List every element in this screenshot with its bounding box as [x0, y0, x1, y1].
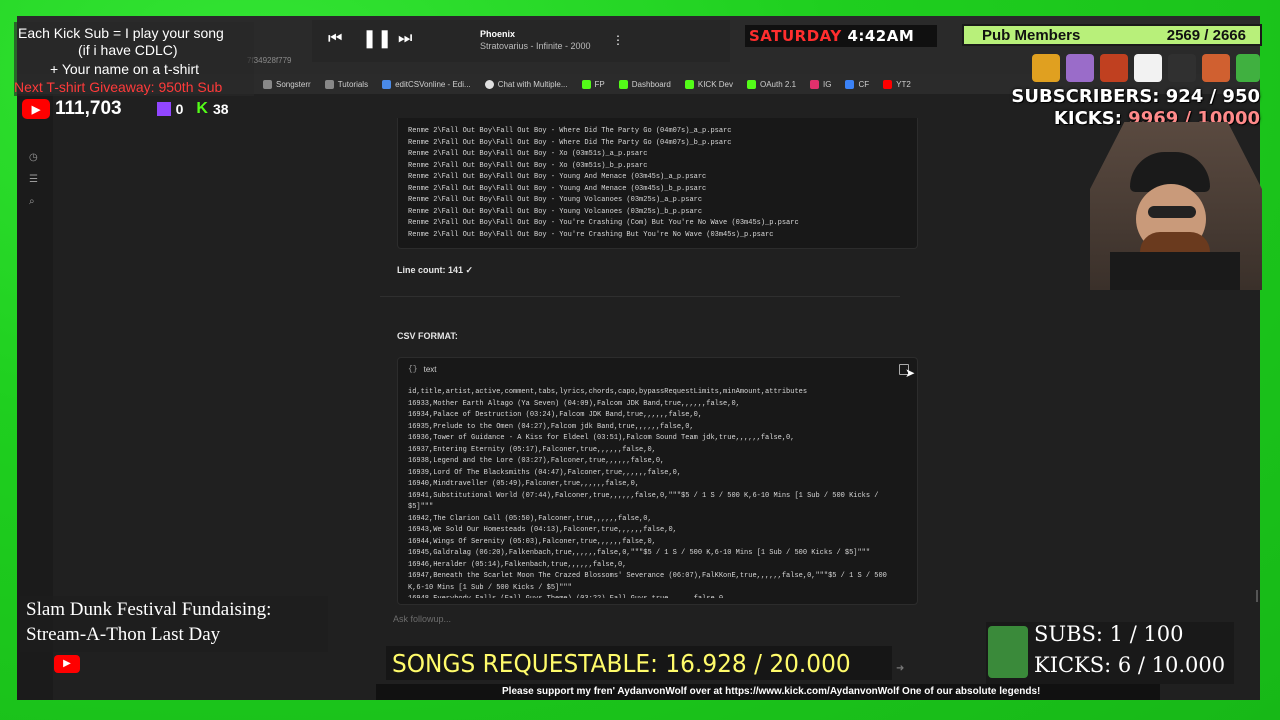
shirt: [1110, 252, 1240, 290]
kick-sub-line-3: + Your name on a t-shirt: [50, 61, 200, 77]
fundraising-line-2: Stream-A-Thon Last Day: [26, 624, 221, 645]
search-icon[interactable]: ⌕: [29, 196, 35, 207]
folder-icon: [263, 79, 272, 89]
list-icon[interactable]: ☰: [29, 174, 38, 185]
next-icon[interactable]: ⏭: [398, 30, 412, 48]
bookmark-yt2[interactable]: YT2: [883, 79, 911, 89]
site-icon: [845, 79, 855, 89]
site-icon: [382, 79, 392, 89]
twitch-count: 0: [175, 101, 184, 117]
history-icon[interactable]: ◷: [29, 152, 38, 163]
member-avatars: [1030, 48, 1262, 88]
marquee-bar: Please support my fren' AydanvonWolf ove…: [376, 684, 1160, 700]
fundraising-panel: Slam Dunk Festival Fundaising: Stream-A-…: [20, 596, 328, 652]
webcam-feed: [1090, 122, 1262, 290]
code-block-header: {} text: [398, 358, 917, 380]
goals-panel: SUBS: 1 / 100 KICKS: 6 / 10.000: [986, 622, 1234, 684]
media-player: ⏮ ❚❚ ⏭ Phoenix Stratovarius - Infinite -…: [312, 20, 730, 62]
instagram-icon: [810, 79, 820, 89]
glasses: [1148, 206, 1196, 218]
kick-sub-panel: Each Kick Sub = I play your song (if i h…: [14, 22, 254, 96]
csv-code-scroll[interactable]: id,title,artist,active,comment,tabs,lyri…: [398, 380, 917, 598]
file-list-code-block: Renme 2\Fall Out Boy\Fall Out Boy - Wher…: [397, 118, 918, 249]
twitch-icon: [156, 102, 171, 116]
fundraising-line-1: Slam Dunk Festival Fundaising:: [26, 599, 272, 620]
kick-sub-line-4: Next T-shirt Giveaway: 950th Sub: [14, 79, 223, 95]
kick-icon: [581, 79, 591, 89]
avatar: [1236, 54, 1260, 82]
site-icon: [484, 79, 494, 89]
youtube-count: 111,703: [55, 98, 122, 119]
bookmark-oauth[interactable]: OAuth 2.1: [747, 79, 796, 89]
kick-sub-line-2: (if i have CDLC): [78, 42, 178, 58]
cursor-icon: ➤: [904, 366, 915, 380]
youtube-icon: [883, 79, 893, 89]
kicks-label: KICKS:: [1053, 108, 1122, 129]
avatar: [1202, 54, 1230, 82]
kick-count: 38: [212, 101, 229, 117]
csv-code: id,title,artist,active,comment,tabs,lyri…: [408, 388, 887, 598]
bookmark-editcsv[interactable]: editCSVonline - Edi...: [382, 79, 471, 89]
bookmark-kick-dev[interactable]: KICK Dev: [684, 79, 733, 89]
youtube-icon: ▶: [54, 655, 80, 673]
pause-icon[interactable]: ❚❚: [362, 28, 392, 49]
kick-icon: [684, 79, 694, 89]
folder-icon: [324, 79, 334, 89]
tip-jar-icon: [988, 626, 1028, 678]
time-label: 4:42AM: [847, 27, 915, 45]
bookmark-fp[interactable]: FP: [581, 79, 605, 89]
avatar: [1100, 54, 1128, 82]
previous-icon[interactable]: ⏮: [328, 30, 342, 48]
bookmark-tutorials[interactable]: Tutorials: [324, 79, 368, 89]
track-title: Phoenix: [480, 29, 516, 39]
send-icon[interactable]: ➜: [896, 663, 904, 674]
avatar: [1032, 54, 1060, 82]
ask-followup-input[interactable]: Ask followup...: [393, 614, 893, 624]
kicks-goal: KICKS: 6 / 10.000: [1034, 653, 1226, 677]
pub-members-label: Pub Members: [982, 27, 1081, 44]
kick-icon: [618, 79, 628, 89]
more-options-icon[interactable]: ⋮: [612, 33, 624, 47]
avatar: [1066, 54, 1094, 82]
avatar: [1134, 54, 1162, 82]
csv-format-heading: CSV FORMAT:: [397, 331, 458, 341]
code-language: text: [423, 364, 437, 374]
bookmark-songsterr[interactable]: Songsterr: [263, 79, 311, 89]
avatar: [1168, 54, 1196, 82]
songs-requestable-panel: SONGS REQUESTABLE: 16.928 / 20.000: [386, 646, 892, 680]
bookmark-chat[interactable]: Chat with Multiple...: [484, 79, 568, 89]
file-list-code: Renme 2\Fall Out Boy\Fall Out Boy - Wher…: [408, 127, 799, 239]
marquee-text: Please support my fren' AydanvonWolf ove…: [502, 686, 1041, 697]
youtube-icon: ▶: [22, 99, 50, 119]
subscribers-goal: SUBSCRIBERS: 924 / 950: [1011, 86, 1260, 107]
pub-members-value: 2569 / 2666: [1166, 27, 1246, 44]
platform-counts: ▶ 111,703 0 K 38: [22, 98, 229, 120]
bookmark-dashboard[interactable]: Dashboard: [618, 79, 671, 89]
scrollbar[interactable]: [1256, 590, 1258, 602]
csv-code-block: {} text ➤ id,title,artist,active,comment…: [397, 357, 918, 605]
bookmark-ig[interactable]: IG: [810, 79, 831, 89]
track-subtitle: Stratovarius - Infinite - 2000: [480, 41, 591, 51]
subs-goal: SUBS: 1 / 100: [1034, 622, 1184, 646]
day-label: SATURDAY: [749, 27, 842, 45]
kick-sub-line-1: Each Kick Sub = I play your song: [18, 25, 224, 41]
kick-icon: [747, 79, 756, 89]
bookmark-cf[interactable]: CF: [845, 79, 869, 89]
kick-icon: K: [196, 100, 208, 117]
line-count: Line count: 141 ✓: [397, 265, 474, 275]
braces-icon: {}: [408, 364, 418, 374]
divider: [380, 296, 900, 297]
songs-requestable: SONGS REQUESTABLE: 16.928 / 20.000: [392, 649, 851, 678]
day-time-display: SATURDAY 4:42AM: [745, 25, 937, 47]
pub-members-bar: Pub Members 2569 / 2666: [962, 24, 1262, 46]
